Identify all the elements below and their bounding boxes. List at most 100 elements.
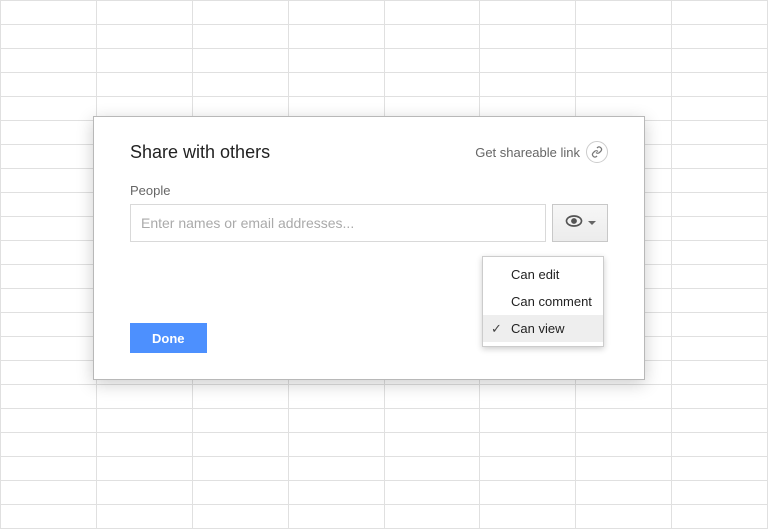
- cell[interactable]: [1, 505, 97, 529]
- cell[interactable]: [1, 73, 97, 97]
- cell[interactable]: [576, 409, 672, 433]
- cell[interactable]: [480, 1, 576, 25]
- permission-option[interactable]: Can view: [483, 315, 603, 342]
- cell[interactable]: [96, 505, 192, 529]
- cell[interactable]: [480, 433, 576, 457]
- cell[interactable]: [288, 385, 384, 409]
- cell[interactable]: [480, 49, 576, 73]
- cell[interactable]: [384, 409, 480, 433]
- cell[interactable]: [480, 481, 576, 505]
- cell[interactable]: [384, 49, 480, 73]
- cell[interactable]: [672, 313, 768, 337]
- cell[interactable]: [672, 265, 768, 289]
- cell[interactable]: [480, 73, 576, 97]
- cell[interactable]: [96, 73, 192, 97]
- cell[interactable]: [288, 481, 384, 505]
- cell[interactable]: [576, 25, 672, 49]
- cell[interactable]: [1, 169, 97, 193]
- cell[interactable]: [192, 433, 288, 457]
- cell[interactable]: [672, 337, 768, 361]
- cell[interactable]: [1, 409, 97, 433]
- cell[interactable]: [672, 145, 768, 169]
- cell[interactable]: [96, 481, 192, 505]
- cell[interactable]: [384, 481, 480, 505]
- cell[interactable]: [192, 25, 288, 49]
- cell[interactable]: [96, 25, 192, 49]
- cell[interactable]: [576, 73, 672, 97]
- cell[interactable]: [1, 49, 97, 73]
- cell[interactable]: [576, 49, 672, 73]
- cell[interactable]: [1, 217, 97, 241]
- cell[interactable]: [672, 433, 768, 457]
- cell[interactable]: [672, 457, 768, 481]
- cell[interactable]: [384, 25, 480, 49]
- cell[interactable]: [672, 409, 768, 433]
- cell[interactable]: [672, 385, 768, 409]
- cell[interactable]: [384, 457, 480, 481]
- cell[interactable]: [192, 385, 288, 409]
- cell[interactable]: [672, 193, 768, 217]
- cell[interactable]: [672, 97, 768, 121]
- cell[interactable]: [96, 409, 192, 433]
- cell[interactable]: [480, 457, 576, 481]
- cell[interactable]: [576, 505, 672, 529]
- cell[interactable]: [1, 361, 97, 385]
- cell[interactable]: [576, 385, 672, 409]
- cell[interactable]: [1, 481, 97, 505]
- cell[interactable]: [288, 457, 384, 481]
- cell[interactable]: [480, 385, 576, 409]
- cell[interactable]: [480, 409, 576, 433]
- cell[interactable]: [480, 505, 576, 529]
- cell[interactable]: [576, 457, 672, 481]
- cell[interactable]: [672, 289, 768, 313]
- cell[interactable]: [576, 1, 672, 25]
- cell[interactable]: [576, 433, 672, 457]
- cell[interactable]: [672, 361, 768, 385]
- cell[interactable]: [288, 73, 384, 97]
- cell[interactable]: [384, 385, 480, 409]
- cell[interactable]: [384, 73, 480, 97]
- cell[interactable]: [1, 25, 97, 49]
- cell[interactable]: [1, 289, 97, 313]
- cell[interactable]: [672, 505, 768, 529]
- cell[interactable]: [672, 169, 768, 193]
- cell[interactable]: [96, 1, 192, 25]
- permission-option[interactable]: Can edit: [483, 261, 603, 288]
- cell[interactable]: [1, 193, 97, 217]
- cell[interactable]: [192, 481, 288, 505]
- cell[interactable]: [288, 433, 384, 457]
- cell[interactable]: [576, 481, 672, 505]
- cell[interactable]: [672, 217, 768, 241]
- cell[interactable]: [192, 505, 288, 529]
- cell[interactable]: [672, 49, 768, 73]
- cell[interactable]: [1, 241, 97, 265]
- cell[interactable]: [480, 25, 576, 49]
- cell[interactable]: [1, 1, 97, 25]
- cell[interactable]: [384, 433, 480, 457]
- cell[interactable]: [288, 49, 384, 73]
- cell[interactable]: [1, 145, 97, 169]
- cell[interactable]: [288, 1, 384, 25]
- cell[interactable]: [1, 121, 97, 145]
- cell[interactable]: [192, 73, 288, 97]
- cell[interactable]: [192, 409, 288, 433]
- cell[interactable]: [288, 409, 384, 433]
- done-button[interactable]: Done: [130, 323, 207, 353]
- cell[interactable]: [192, 457, 288, 481]
- cell[interactable]: [672, 481, 768, 505]
- cell[interactable]: [672, 1, 768, 25]
- permission-option[interactable]: Can comment: [483, 288, 603, 315]
- cell[interactable]: [672, 25, 768, 49]
- get-shareable-link-button[interactable]: Get shareable link: [475, 141, 608, 163]
- cell[interactable]: [96, 49, 192, 73]
- cell[interactable]: [672, 241, 768, 265]
- cell[interactable]: [192, 49, 288, 73]
- cell[interactable]: [96, 457, 192, 481]
- cell[interactable]: [672, 73, 768, 97]
- permission-button[interactable]: [552, 204, 608, 242]
- cell[interactable]: [1, 337, 97, 361]
- people-input[interactable]: [130, 204, 546, 242]
- cell[interactable]: [672, 121, 768, 145]
- cell[interactable]: [384, 505, 480, 529]
- cell[interactable]: [192, 1, 288, 25]
